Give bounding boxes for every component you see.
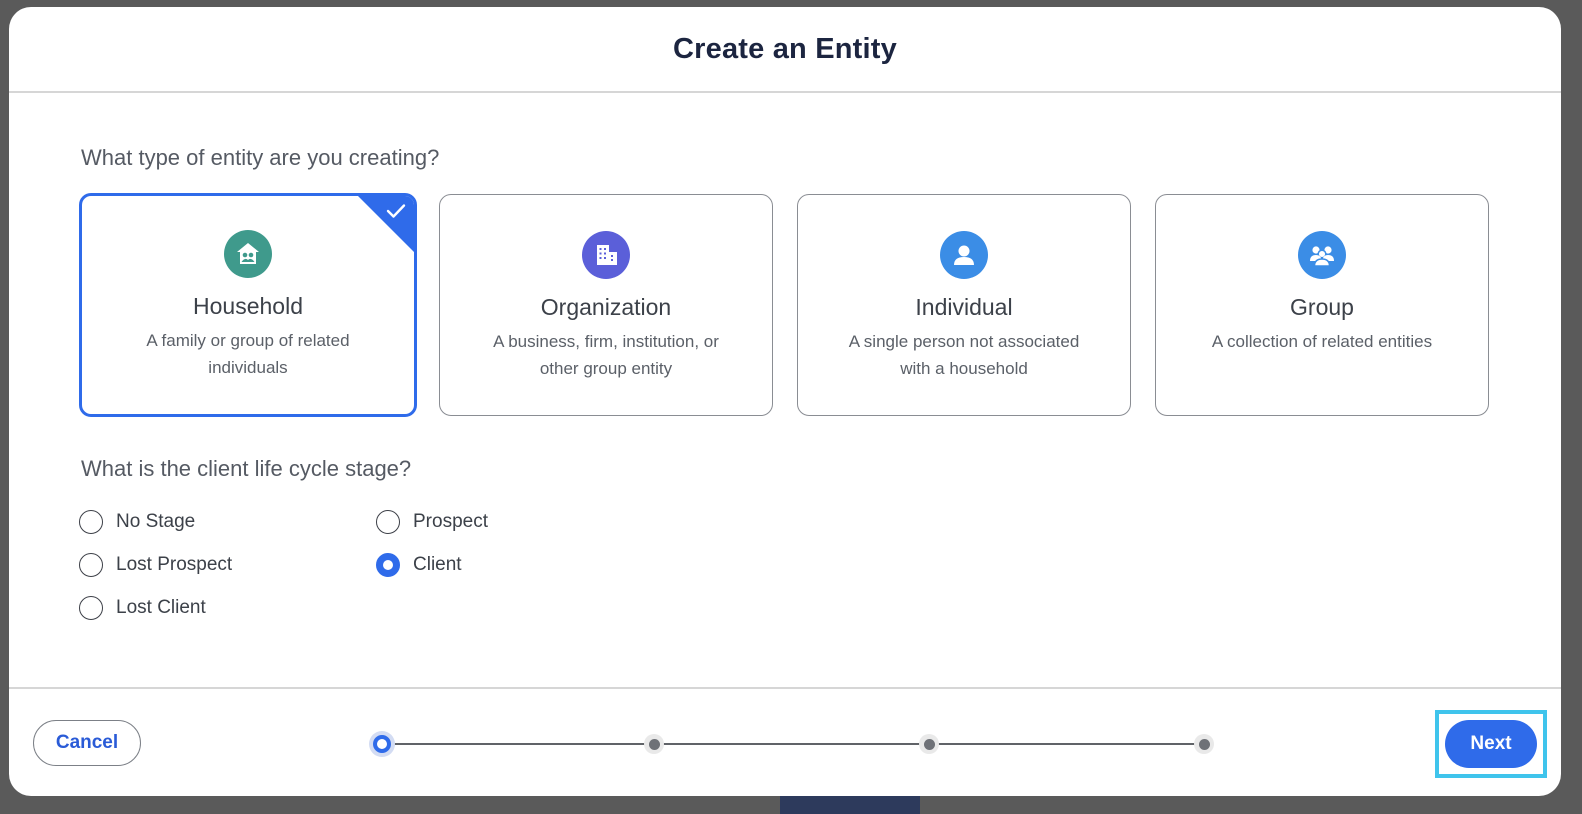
entity-card-household[interactable]: Household A family or group of related i… bbox=[79, 193, 417, 417]
card-title: Group bbox=[1290, 294, 1354, 320]
cancel-button[interactable]: Cancel bbox=[33, 720, 141, 766]
building-icon bbox=[582, 231, 630, 279]
radio-label: Lost Client bbox=[116, 597, 206, 618]
radio-circle[interactable] bbox=[79, 596, 103, 620]
checkmark-icon bbox=[386, 203, 406, 224]
radio-lost-prospect[interactable]: Lost Prospect bbox=[79, 553, 232, 577]
radio-circle[interactable] bbox=[79, 553, 103, 577]
card-description: A family or group of related individuals bbox=[146, 331, 350, 377]
entity-card-organization[interactable]: Organization A business, firm, instituti… bbox=[439, 194, 773, 416]
step-2-dot bbox=[644, 734, 664, 754]
radio-prospect[interactable]: Prospect bbox=[376, 510, 488, 534]
card-title: Household bbox=[193, 293, 303, 319]
radio-no-stage[interactable]: No Stage bbox=[79, 510, 195, 534]
dialog-header: Create an Entity bbox=[9, 7, 1561, 93]
radio-lost-client[interactable]: Lost Client bbox=[79, 596, 206, 620]
entity-card-individual[interactable]: Individual A single person not associate… bbox=[797, 194, 1131, 416]
radio-circle[interactable] bbox=[376, 510, 400, 534]
step-progress-line bbox=[381, 743, 1205, 745]
person-icon bbox=[940, 231, 988, 279]
card-title: Individual bbox=[915, 294, 1013, 320]
radio-client[interactable]: Client bbox=[376, 553, 462, 577]
radio-label: Client bbox=[413, 554, 462, 575]
step-1-dot bbox=[369, 731, 395, 757]
next-button[interactable]: Next bbox=[1445, 720, 1537, 768]
card-description: A collection of related entities bbox=[1211, 332, 1433, 351]
card-title: Organization bbox=[540, 294, 672, 320]
radio-circle[interactable] bbox=[79, 510, 103, 534]
card-description: A single person not associated with a ho… bbox=[848, 332, 1080, 378]
radio-circle[interactable] bbox=[376, 553, 400, 577]
card-description: A business, firm, institution, or other … bbox=[493, 332, 719, 378]
life-cycle-question: What is the client life cycle stage? bbox=[81, 456, 412, 481]
entity-type-cards: Household A family or group of related i… bbox=[79, 193, 1489, 418]
step-3-dot bbox=[919, 734, 939, 754]
household-icon bbox=[224, 230, 272, 278]
dialog-footer: Cancel Next bbox=[9, 687, 1561, 796]
dialog-title: Create an Entity bbox=[673, 32, 897, 65]
entity-card-group[interactable]: Group A collection of related entities bbox=[1155, 194, 1489, 416]
create-entity-dialog: Create an Entity What type of entity are… bbox=[9, 7, 1561, 796]
step-4-dot bbox=[1194, 734, 1214, 754]
radio-label: Prospect bbox=[413, 511, 488, 532]
step-progress bbox=[369, 731, 1219, 757]
people-group-icon bbox=[1298, 231, 1346, 279]
radio-label: Lost Prospect bbox=[116, 554, 233, 575]
radio-label: No Stage bbox=[116, 511, 196, 532]
backdrop bbox=[780, 796, 920, 814]
next-button-focus-ring: Next bbox=[1435, 710, 1547, 778]
entity-type-question: What type of entity are you creating? bbox=[81, 145, 440, 170]
